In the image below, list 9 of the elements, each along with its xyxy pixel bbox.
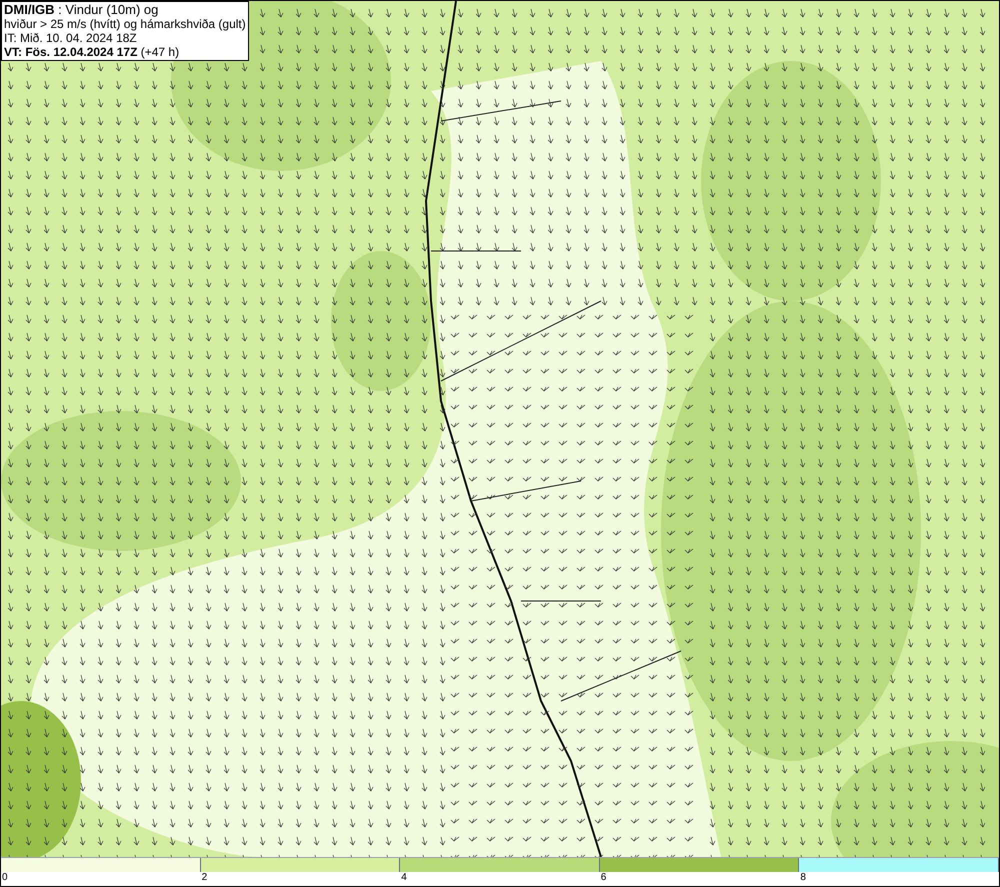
title-line: VT: Fös. 12.04.2024 17Z (+47 h)	[4, 45, 180, 59]
colorbar-tick-label: 4	[401, 872, 407, 884]
colorbar-tick-label: 2	[202, 872, 208, 884]
title-line: DMI/IGB : Vindur (10m) og	[4, 3, 160, 17]
title-line: hviður > 25 m/s (hvítt) og hámarkshviða (gult)	[4, 17, 246, 31]
colorbar-tick-label: 6	[600, 872, 606, 884]
title-line: IT: Mið. 10. 04. 2024 18Z	[4, 31, 138, 45]
colorbar-tick-label: 0	[2, 872, 8, 884]
colorbar-tick-label: 8	[800, 872, 806, 884]
